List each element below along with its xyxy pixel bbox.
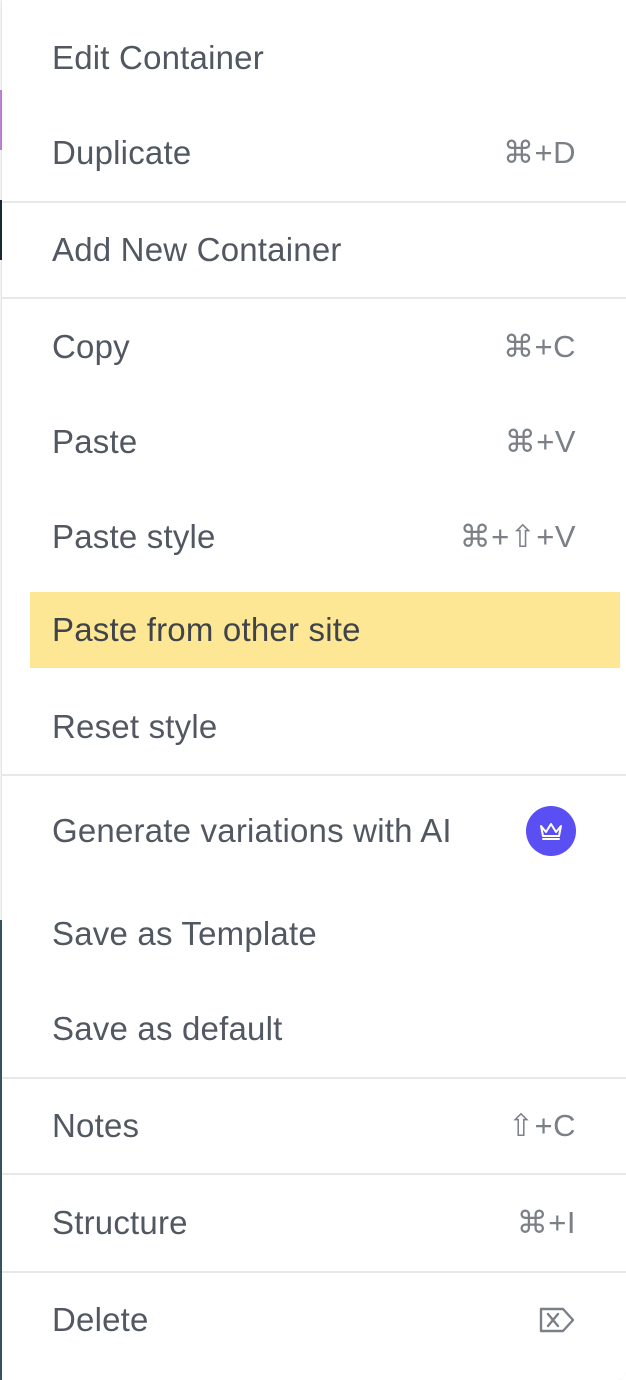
menu-divider <box>2 1271 626 1273</box>
menu-divider <box>2 201 626 203</box>
menu-item-paste[interactable]: Paste ⌘+V <box>2 404 626 480</box>
menu-item-label: Save as default <box>52 1010 283 1047</box>
menu-item-add-new-container[interactable]: Add New Container <box>2 212 626 288</box>
menu-item-save-as-template[interactable]: Save as Template <box>2 896 626 972</box>
menu-item-label: Save as Template <box>52 915 317 952</box>
menu-item-delete[interactable]: Delete <box>2 1282 626 1358</box>
menu-item-notes[interactable]: Notes ⇧+C <box>2 1088 626 1164</box>
shortcut-hint: ⌘+⇧+V <box>459 519 576 554</box>
menu-item-label: Paste <box>52 423 138 460</box>
shortcut-hint: ⌘+D <box>503 135 576 170</box>
menu-item-label: Paste from other site <box>52 611 361 648</box>
delete-key-icon <box>539 1307 575 1333</box>
premium-badge <box>526 806 576 856</box>
menu-divider <box>2 774 626 776</box>
menu-item-generate-variations-ai[interactable]: Generate variations with AI <box>2 793 626 869</box>
menu-item-structure[interactable]: Structure ⌘+I <box>2 1185 626 1261</box>
menu-item-label: Reset style <box>52 708 218 745</box>
menu-item-label: Structure <box>52 1204 188 1241</box>
menu-item-label: Generate variations with AI <box>52 812 452 849</box>
context-menu: Edit Container Duplicate ⌘+D Add New Con… <box>2 0 626 1380</box>
crown-icon <box>540 823 562 840</box>
shortcut-hint: ⌘+C <box>503 329 576 364</box>
menu-item-duplicate[interactable]: Duplicate ⌘+D <box>2 115 626 191</box>
menu-divider <box>2 1173 626 1175</box>
shortcut-hint: ⇧+C <box>508 1108 576 1143</box>
menu-item-label: Edit Container <box>52 39 264 76</box>
menu-item-reset-style[interactable]: Reset style <box>2 689 626 765</box>
menu-item-save-as-default[interactable]: Save as default <box>2 991 626 1067</box>
menu-item-label: Copy <box>52 328 130 365</box>
menu-divider <box>2 1077 626 1079</box>
menu-item-copy[interactable]: Copy ⌘+C <box>2 309 626 385</box>
menu-item-label: Duplicate <box>52 134 192 171</box>
menu-divider <box>2 297 626 299</box>
shortcut-hint: ⌘+I <box>516 1205 576 1240</box>
menu-item-paste-style[interactable]: Paste style ⌘+⇧+V <box>2 499 626 575</box>
shortcut-hint: ⌘+V <box>504 424 576 459</box>
menu-item-label: Notes <box>52 1107 140 1144</box>
menu-item-label: Delete <box>52 1301 149 1338</box>
menu-item-paste-from-other-site[interactable]: Paste from other site <box>30 592 620 668</box>
menu-item-label: Paste style <box>52 518 216 555</box>
menu-item-label: Add New Container <box>52 231 342 268</box>
menu-item-edit-container[interactable]: Edit Container <box>2 20 626 96</box>
